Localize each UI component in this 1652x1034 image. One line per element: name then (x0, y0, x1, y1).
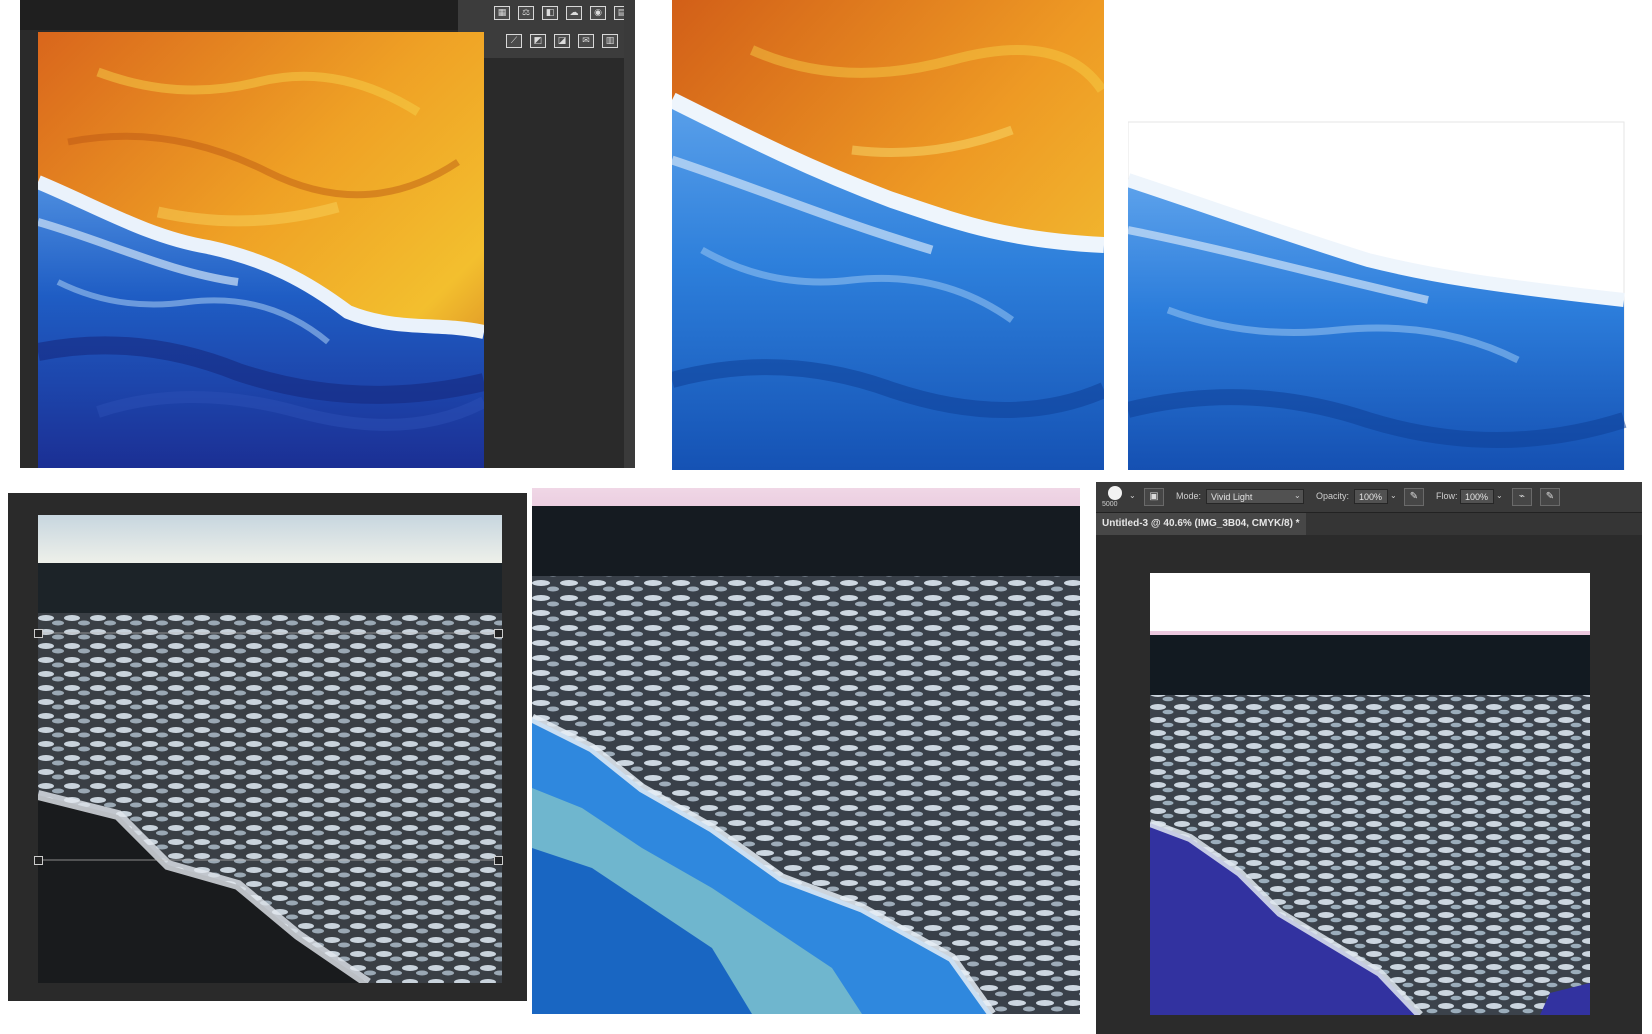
transform-handle[interactable] (494, 856, 503, 865)
chevron-down-icon[interactable]: ⌄ (1390, 491, 1397, 500)
document-canvas[interactable] (1150, 573, 1590, 1015)
levels-icon[interactable]: ◪ (554, 34, 570, 48)
adjustments-toolbox: ▦ ⚖ ◧ ☁ ◉ ▤ ⟋ ◩ ◪ ✉ ▥ (458, 0, 635, 58)
chevron-down-icon[interactable]: ⌄ (1496, 491, 1503, 500)
opacity-label: Opacity: (1316, 491, 1350, 501)
chevron-down-icon[interactable]: ⌄ (1129, 491, 1136, 500)
document-tab[interactable]: Untitled-3 @ 40.6% (IMG_3B04, CMYK/8) * (1096, 513, 1306, 535)
airbrush-icon[interactable]: ⌁ (1512, 488, 1532, 506)
brush-preset-icon[interactable] (1108, 486, 1122, 500)
globe-icon[interactable]: ◉ (590, 6, 606, 20)
pressure-size-icon[interactable]: ✎ (1540, 488, 1560, 506)
document-tab-bar: Untitled-3 @ 40.6% (IMG_3B04, CMYK/8) * (1096, 513, 1642, 535)
mode-label: Mode: (1176, 491, 1202, 501)
cloud-icon[interactable]: ☁ (566, 6, 582, 20)
flow-field[interactable]: 100% (1460, 489, 1494, 504)
transform-handle[interactable] (34, 629, 43, 638)
layers-icon[interactable]: ◩ (530, 34, 546, 48)
panel-icon[interactable]: ◧ (542, 6, 558, 20)
options-bar: 5000 ⌄ ▣ Mode: Vivid Light ⌄ Opacity: 10… (1096, 482, 1642, 513)
curve-icon[interactable]: ⟋ (506, 34, 522, 48)
grid-icon[interactable]: ▦ (494, 6, 510, 20)
photoshop-window-painting: ▦ ⚖ ◧ ☁ ◉ ▤ ⟋ ◩ ◪ ✉ ▥ (20, 0, 635, 468)
transform-window (8, 493, 527, 1001)
opacity-field[interactable]: 100% (1354, 489, 1388, 504)
balance-icon[interactable]: ⚖ (518, 6, 534, 20)
gradient-icon[interactable]: ▥ (602, 34, 618, 48)
mail-icon[interactable]: ✉ (578, 34, 594, 48)
blended-composite (532, 488, 1080, 1014)
mode-select[interactable]: Vivid Light (1206, 489, 1304, 504)
chevron-down-icon: ⌄ (1294, 491, 1301, 500)
pressure-opacity-icon[interactable]: ✎ (1404, 488, 1424, 506)
photoshop-window-brush: 5000 ⌄ ▣ Mode: Vivid Light ⌄ Opacity: 10… (1096, 482, 1642, 1034)
transform-handle[interactable] (494, 629, 503, 638)
painting-canvas[interactable] (38, 32, 484, 468)
ocean-photo-canvas[interactable] (34, 515, 503, 983)
painting-crop (672, 0, 1104, 470)
brush-size: 5000 (1102, 501, 1118, 508)
scrollbar[interactable] (624, 0, 635, 468)
brush-panel-icon[interactable]: ▣ (1144, 488, 1164, 506)
transform-handle[interactable] (34, 856, 43, 865)
flow-label: Flow: (1436, 491, 1458, 501)
wave-extracted (1128, 0, 1628, 470)
